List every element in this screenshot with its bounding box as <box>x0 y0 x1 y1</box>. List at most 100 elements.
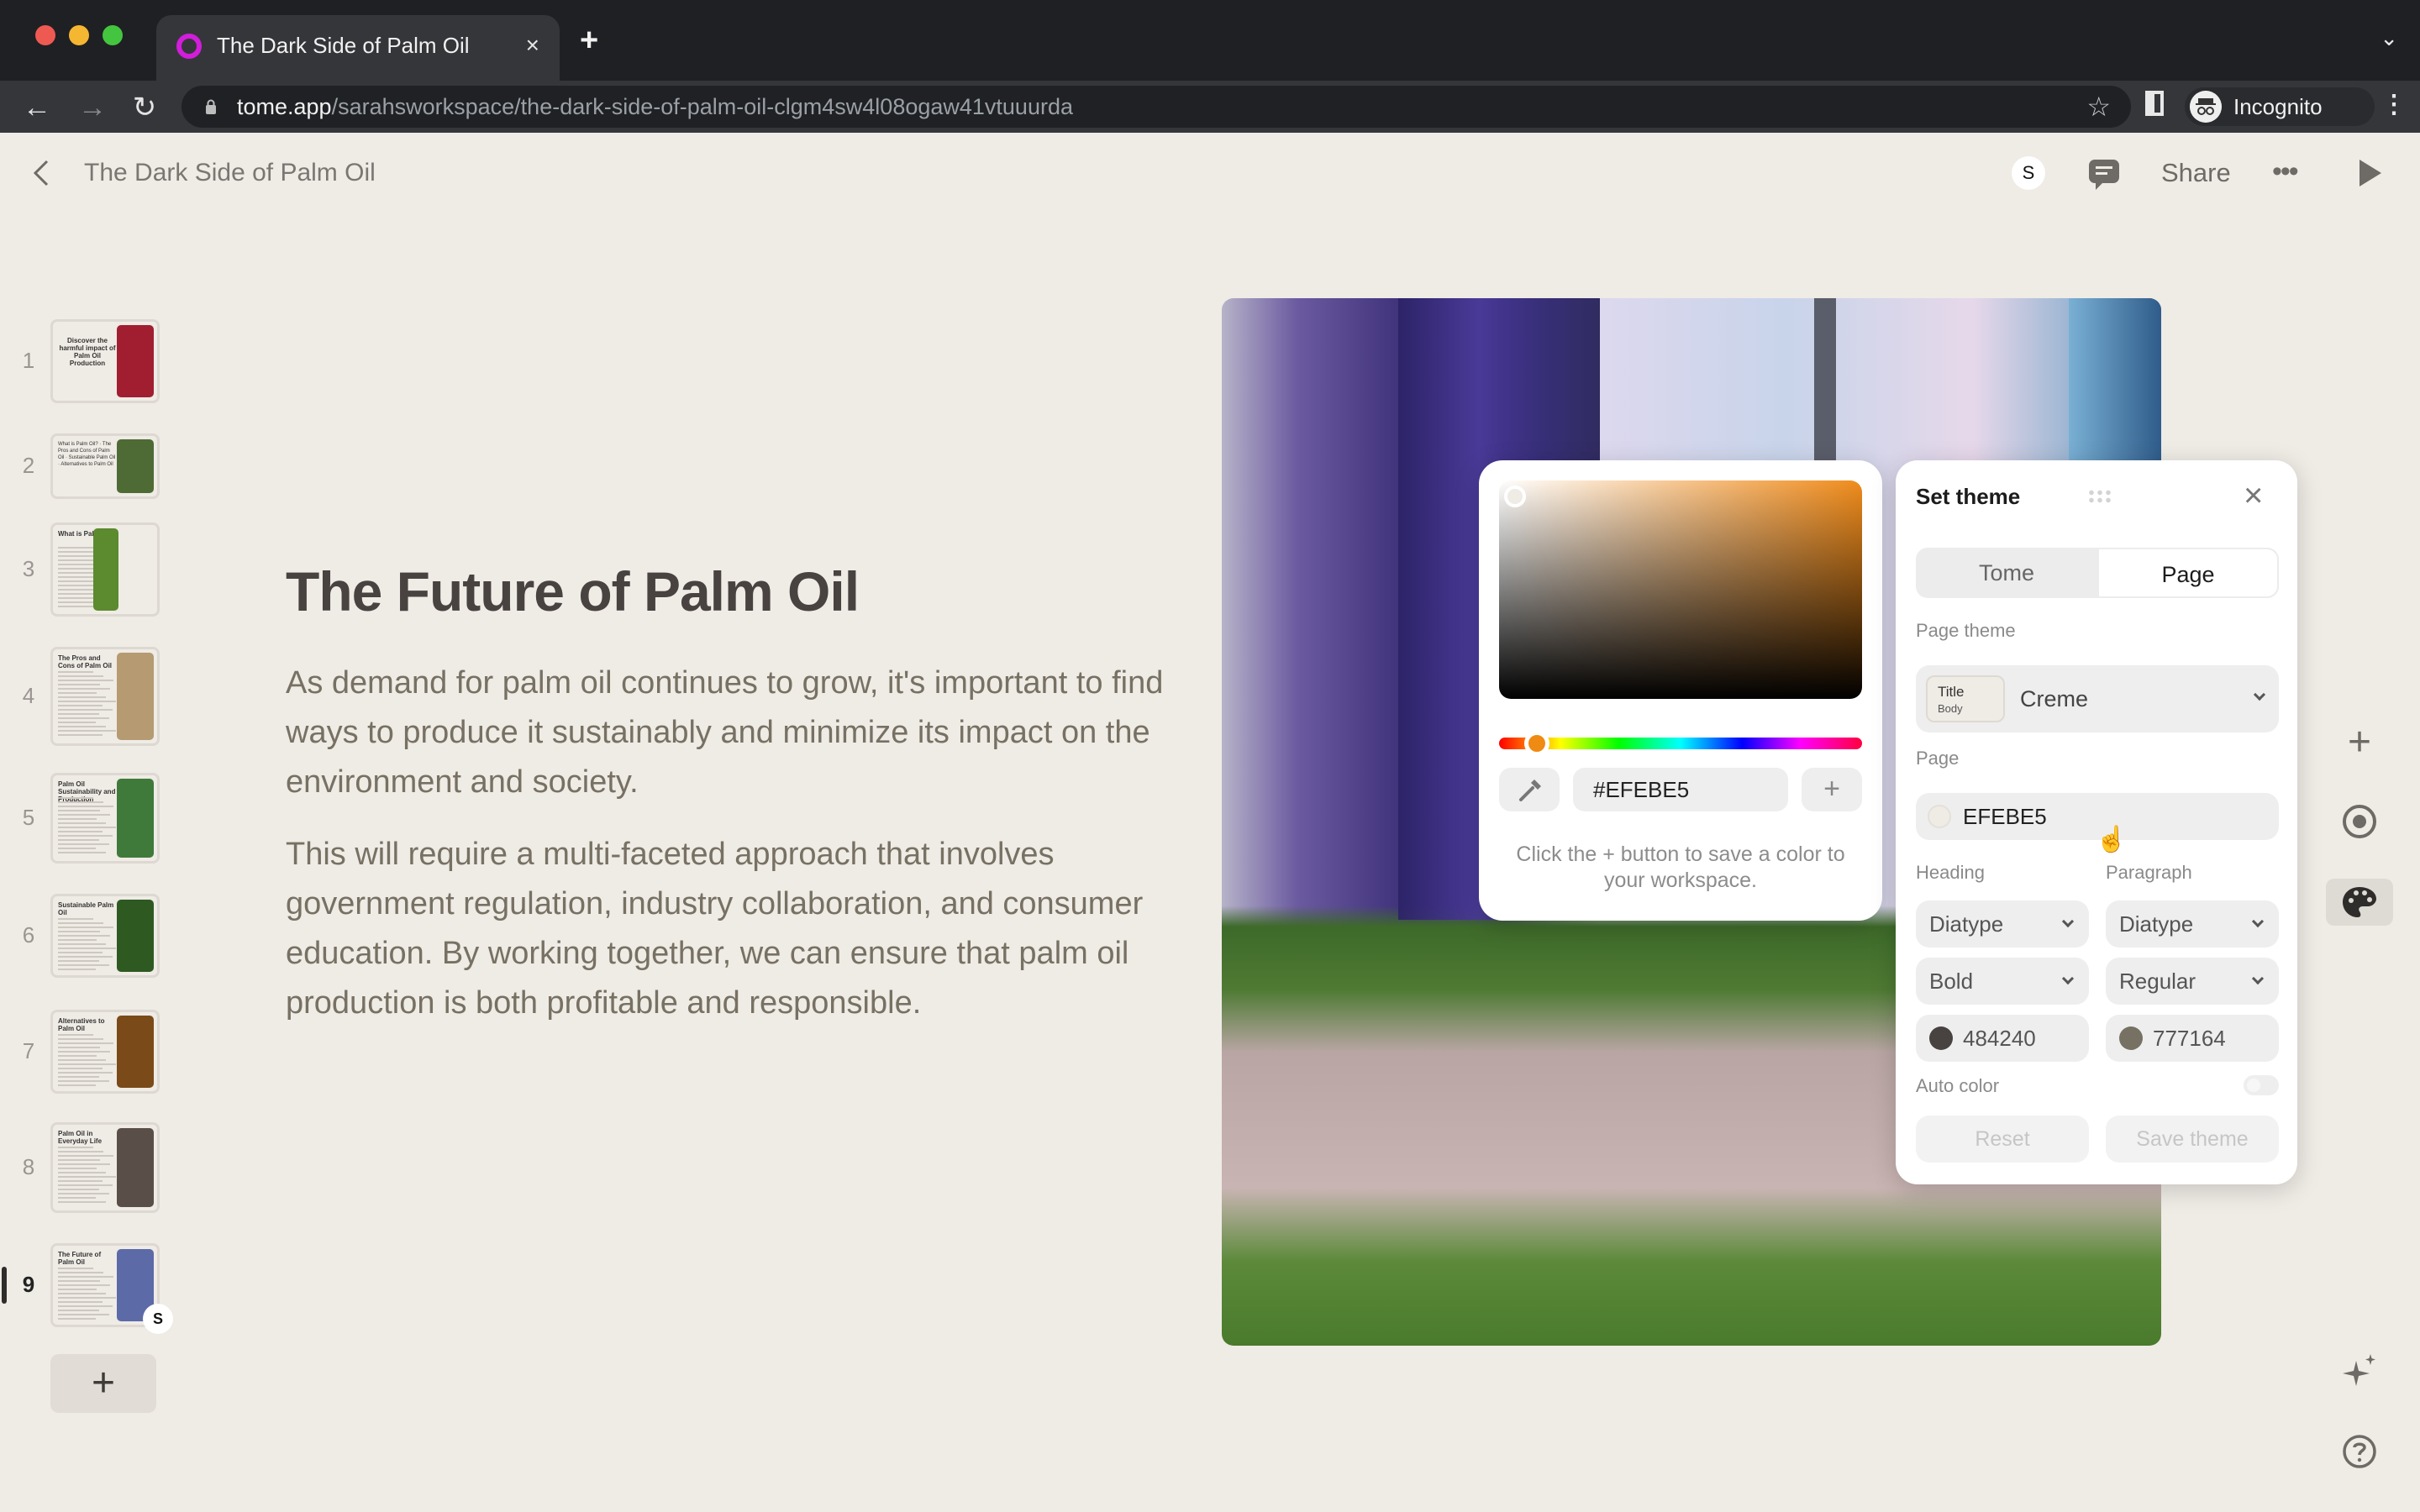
set-theme-panel: Set theme × Tome Page Page theme Title B… <box>1896 460 2297 1184</box>
color-picker-popover: + Click the + button to save a color to … <box>1479 460 1882 921</box>
tab-list-chevron-icon[interactable]: ⌄ <box>2380 25 2398 51</box>
thumbnail-body-lines <box>58 918 117 973</box>
record-icon[interactable] <box>2341 803 2378 840</box>
page-thumbnail[interactable]: Palm Oil in Everyday Life <box>50 1122 160 1213</box>
tab-title: The Dark Side of Palm Oil <box>217 33 470 58</box>
thumbnail-title: Discover the harmful impact of Palm Oil … <box>59 337 116 367</box>
paragraph-color-value: 777164 <box>2153 1026 2226 1051</box>
heading-color-swatch <box>1929 1026 1953 1050</box>
page-thumbnail[interactable]: What is Palm Oil? <box>50 522 160 617</box>
help-icon[interactable] <box>2341 1433 2378 1470</box>
tab-tome[interactable]: Tome <box>1916 548 2097 598</box>
document-title[interactable]: The Dark Side of Palm Oil <box>84 156 376 190</box>
heading-font-select[interactable]: Diatype <box>1916 900 2089 948</box>
page-thumbnail[interactable]: Sustainable Palm Oil <box>50 894 160 978</box>
saturation-value-area[interactable] <box>1499 480 1862 699</box>
thumbnail-image <box>117 1128 154 1207</box>
window-close-button[interactable] <box>35 25 55 45</box>
page-thumbnail[interactable]: The Pros and Cons of Palm Oil <box>50 647 160 746</box>
heading-color-field[interactable]: 484240 <box>1916 1015 2089 1062</box>
theme-preview-title: Title <box>1938 684 1965 700</box>
page-color-label: Page <box>1916 748 1960 769</box>
auto-color-toggle[interactable] <box>2244 1075 2279 1095</box>
thumbnail-collaborator-avatar: S <box>143 1304 173 1334</box>
page-theme-label: Page theme <box>1916 620 2016 641</box>
browser-forward-button[interactable]: → <box>74 89 111 126</box>
slide-paragraph[interactable]: As demand for palm oil continues to grow… <box>286 659 1168 807</box>
paragraph-font-select[interactable]: Diatype <box>2106 900 2279 948</box>
back-to-workspace-icon[interactable] <box>29 156 54 190</box>
thumbnail-image <box>117 653 154 740</box>
page-thumbnail[interactable]: Palm Oil Sustainability and Production <box>50 773 160 864</box>
scope-toggle: Tome Page <box>1916 548 2279 598</box>
incognito-label: Incognito <box>2233 94 2323 119</box>
sparkle-ai-icon[interactable] <box>2341 1352 2378 1389</box>
heading-font-value: Diatype <box>1929 911 2004 937</box>
add-page-button[interactable]: + <box>50 1354 156 1413</box>
page-thumbnail[interactable]: Discover the harmful impact of Palm Oil … <box>50 319 160 403</box>
heading-weight-select[interactable]: Bold <box>1916 958 2089 1005</box>
slide-paragraph[interactable]: This will require a multi-faceted approa… <box>286 830 1168 1028</box>
page-number: 9 <box>22 1272 35 1297</box>
comment-icon[interactable] <box>2087 158 2121 192</box>
browser-toolbar: ← → ↻ tome.app/sarahsworkspace/the-dark-… <box>0 81 2420 133</box>
thumbnail-body-lines <box>58 671 117 738</box>
heading-label: Heading <box>1916 862 1985 883</box>
palette-icon[interactable] <box>2341 884 2378 921</box>
browser-back-button[interactable]: ← <box>18 89 55 126</box>
paragraph-color-field[interactable]: 777164 <box>2106 1015 2279 1062</box>
more-options-icon[interactable]: ••• <box>2272 155 2299 188</box>
paragraph-font-value: Diatype <box>2119 911 2194 937</box>
active-page-indicator <box>2 1267 7 1304</box>
tab-close-icon[interactable]: × <box>526 29 539 62</box>
browser-reload-button[interactable]: ↻ <box>126 89 163 126</box>
window-zoom-button[interactable] <box>103 25 123 45</box>
reset-button[interactable]: Reset <box>1916 1116 2089 1163</box>
page-number: 5 <box>22 805 35 830</box>
page-number: 1 <box>22 348 35 373</box>
slide-heading[interactable]: The Future of Palm Oil <box>286 559 860 623</box>
thumbnail-body-lines <box>58 1268 117 1322</box>
save-theme-button[interactable]: Save theme <box>2106 1116 2279 1163</box>
drag-handle-icon[interactable] <box>2087 489 2112 504</box>
page-thumbnail[interactable]: Alternatives to Palm Oil <box>50 1010 160 1094</box>
image-pole-shape <box>1814 298 1836 466</box>
bookmark-star-icon[interactable]: ☆ <box>2086 91 2111 123</box>
thumbnail-image <box>117 325 154 397</box>
share-button[interactable]: Share <box>2161 156 2231 190</box>
eyedropper-button[interactable] <box>1499 768 1560 811</box>
incognito-profile-button[interactable]: Incognito <box>2185 87 2375 126</box>
browser-menu-icon[interactable]: ⋮ <box>2381 92 2407 118</box>
page-color-swatch <box>1928 805 1951 828</box>
page-number: 6 <box>22 922 35 948</box>
save-color-button[interactable]: + <box>1802 768 1862 811</box>
add-icon[interactable]: + <box>2341 722 2378 763</box>
collaborator-avatar[interactable]: S <box>2012 156 2045 190</box>
close-icon[interactable]: × <box>2244 479 2263 512</box>
page-color-value: EFEBE5 <box>1963 804 2047 829</box>
tab-page[interactable]: Page <box>2097 548 2279 598</box>
thumbnail-image <box>117 439 154 493</box>
chevron-down-icon <box>2253 688 2266 701</box>
window-minimize-button[interactable] <box>69 25 89 45</box>
side-panel-icon[interactable] <box>2145 91 2164 116</box>
paragraph-weight-select[interactable]: Regular <box>2106 958 2279 1005</box>
browser-tab[interactable]: The Dark Side of Palm Oil × <box>156 15 560 81</box>
thumbnail-image <box>117 1016 154 1088</box>
hex-color-input[interactable] <box>1573 768 1788 811</box>
address-bar[interactable]: tome.app/sarahsworkspace/the-dark-side-o… <box>182 86 2131 128</box>
page-theme-select[interactable]: Title Body Creme <box>1916 665 2279 732</box>
page-thumbnail[interactable]: What is Palm Oil? · The Pros and Cons of… <box>50 433 160 499</box>
paragraph-color-swatch <box>2119 1026 2143 1050</box>
hue-slider-handle[interactable] <box>1524 731 1549 756</box>
theme-preview-swatch: Title Body <box>1926 675 2005 722</box>
new-tab-button[interactable]: + <box>580 24 598 57</box>
saturation-handle[interactable] <box>1504 486 1526 507</box>
thumbnail-title: The Future of Palm Oil <box>58 1251 102 1266</box>
pointer-hand-cursor: ☝ <box>2096 826 2128 853</box>
thumbnail-body-lines <box>58 797 117 856</box>
hue-slider[interactable] <box>1499 738 1862 749</box>
present-play-icon[interactable] <box>2360 160 2381 186</box>
thumbnail-title: Palm Oil in Everyday Life <box>58 1130 103 1145</box>
url-text: tome.app/sarahsworkspace/the-dark-side-o… <box>237 94 1073 119</box>
